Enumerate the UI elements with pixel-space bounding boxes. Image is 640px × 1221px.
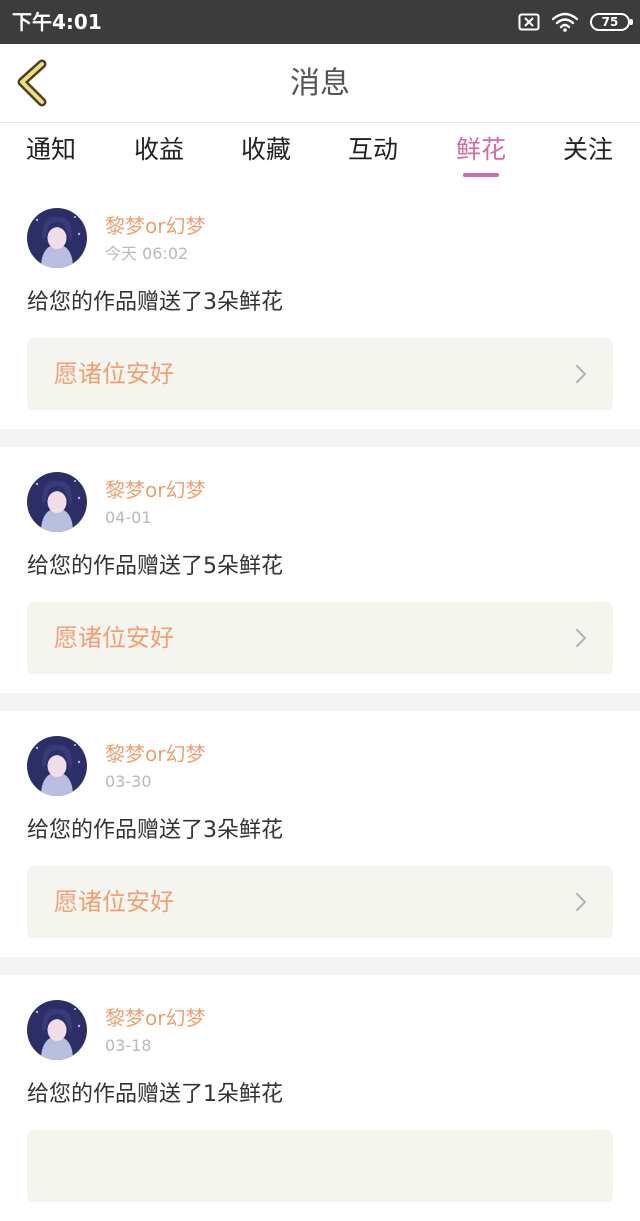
card-divider [0, 957, 640, 975]
tab-notifications[interactable]: 通知 [6, 133, 96, 167]
active-tab-indicator [463, 173, 499, 177]
message-card: 黎梦or幻梦 04-01 给您的作品赠送了5朵鲜花 愿诸位安好 [0, 447, 640, 693]
chevron-right-icon [575, 628, 587, 648]
avatar[interactable] [27, 1000, 87, 1060]
message-time: 03-18 [105, 1036, 152, 1055]
sender-name[interactable]: 黎梦or幻梦 [105, 741, 205, 767]
tab-favorites[interactable]: 收藏 [221, 133, 311, 167]
sender-name[interactable]: 黎梦or幻梦 [105, 477, 205, 503]
gift-note-text: 愿诸位安好 [54, 624, 174, 652]
message-text: 给您的作品赠送了3朵鲜花 [27, 290, 283, 315]
status-icons: 75 [518, 10, 633, 34]
card-divider [0, 693, 640, 711]
avatar[interactable] [27, 472, 87, 532]
message-time: 03-30 [105, 772, 152, 791]
tab-earnings[interactable]: 收益 [114, 133, 204, 167]
sender-name[interactable]: 黎梦or幻梦 [105, 1005, 205, 1031]
message-text: 给您的作品赠送了5朵鲜花 [27, 554, 283, 579]
message-card: 黎梦or幻梦 03-18 给您的作品赠送了1朵鲜花 [0, 975, 640, 1221]
tab-interactions[interactable]: 互动 [328, 133, 418, 167]
battery-level: 75 [601, 15, 619, 29]
gift-note-text: 愿诸位安好 [54, 888, 174, 916]
chevron-right-icon [575, 892, 587, 912]
sender-name[interactable]: 黎梦or幻梦 [105, 213, 205, 239]
message-card: 黎梦or幻梦 03-30 给您的作品赠送了3朵鲜花 愿诸位安好 [0, 711, 640, 957]
avatar[interactable] [27, 208, 87, 268]
message-text: 给您的作品赠送了1朵鲜花 [27, 1082, 283, 1107]
message-feed: 黎梦or幻梦 今天 06:02 给您的作品赠送了3朵鲜花 愿诸位安好 黎梦or幻 [0, 183, 640, 1221]
battery-icon: 75 [590, 13, 633, 31]
battery-tip [630, 19, 633, 25]
tab-bar: 通知 收益 收藏 互动 鲜花 关注 [0, 123, 640, 183]
page-title: 消息 [290, 66, 350, 101]
gift-note-link[interactable]: 愿诸位安好 [27, 602, 613, 674]
sim-off-icon [518, 13, 540, 31]
gift-note-link[interactable]: 愿诸位安好 [27, 866, 613, 938]
gift-note-text: 愿诸位安好 [54, 360, 174, 388]
message-card: 黎梦or幻梦 今天 06:02 给您的作品赠送了3朵鲜花 愿诸位安好 [0, 183, 640, 429]
tab-following[interactable]: 关注 [543, 133, 633, 167]
tab-flowers[interactable]: 鲜花 [436, 133, 526, 167]
message-time: 今天 06:02 [105, 244, 189, 263]
wifi-icon [552, 12, 578, 32]
gift-note-link[interactable]: 愿诸位安好 [27, 338, 613, 410]
message-text: 给您的作品赠送了3朵鲜花 [27, 818, 283, 843]
app-header: 消息 [0, 44, 640, 123]
gift-note-link[interactable] [27, 1130, 613, 1202]
message-time: 04-01 [105, 508, 152, 527]
avatar[interactable] [27, 736, 87, 796]
status-bar: 下午4:01 75 [0, 0, 640, 44]
card-divider [0, 429, 640, 447]
status-time: 下午4:01 [12, 10, 102, 34]
chevron-right-icon [575, 364, 587, 384]
